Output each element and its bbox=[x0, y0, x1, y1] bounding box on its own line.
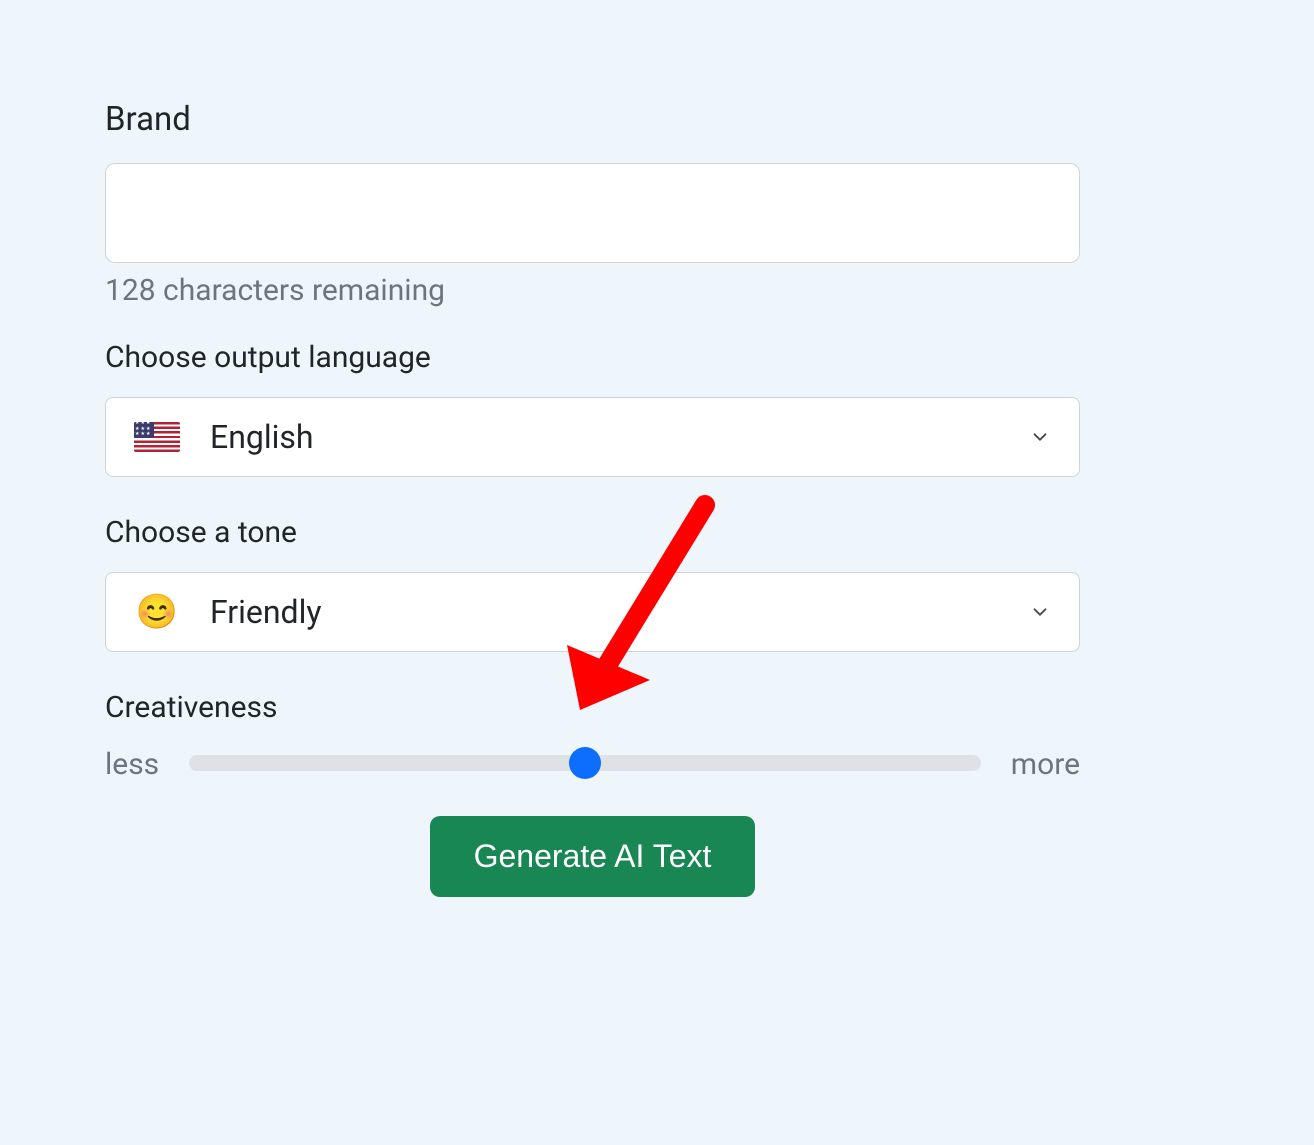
creativeness-slider-row: less more bbox=[105, 747, 1080, 782]
brand-input[interactable] bbox=[105, 163, 1080, 263]
tone-select[interactable]: 😊 Friendly bbox=[105, 572, 1080, 652]
chevron-down-icon bbox=[1029, 601, 1051, 623]
generate-button[interactable]: Generate AI Text bbox=[430, 816, 756, 897]
language-selected-label: English bbox=[210, 418, 1029, 456]
language-field: Choose output language English bbox=[105, 340, 1080, 477]
tone-field: Choose a tone 😊 Friendly bbox=[105, 515, 1080, 652]
creativeness-label: Creativeness bbox=[105, 690, 1080, 725]
language-label: Choose output language bbox=[105, 340, 1080, 375]
ai-text-form: Brand 128 characters remaining Choose ou… bbox=[105, 100, 1080, 897]
tone-label: Choose a tone bbox=[105, 515, 1080, 550]
brand-chars-remaining: 128 characters remaining bbox=[105, 273, 1080, 308]
language-select[interactable]: English bbox=[105, 397, 1080, 477]
creativeness-min-label: less bbox=[105, 747, 159, 782]
creativeness-field: Creativeness less more bbox=[105, 690, 1080, 782]
smile-emoji-icon: 😊 bbox=[134, 596, 180, 628]
creativeness-max-label: more bbox=[1011, 747, 1080, 782]
brand-field: Brand 128 characters remaining bbox=[105, 100, 1080, 308]
creativeness-slider[interactable] bbox=[189, 755, 981, 771]
tone-selected-label: Friendly bbox=[210, 593, 1029, 631]
us-flag-icon bbox=[134, 421, 180, 453]
brand-label: Brand bbox=[105, 100, 1080, 139]
chevron-down-icon bbox=[1029, 426, 1051, 448]
creativeness-slider-track bbox=[189, 755, 981, 775]
form-actions: Generate AI Text bbox=[105, 816, 1080, 897]
